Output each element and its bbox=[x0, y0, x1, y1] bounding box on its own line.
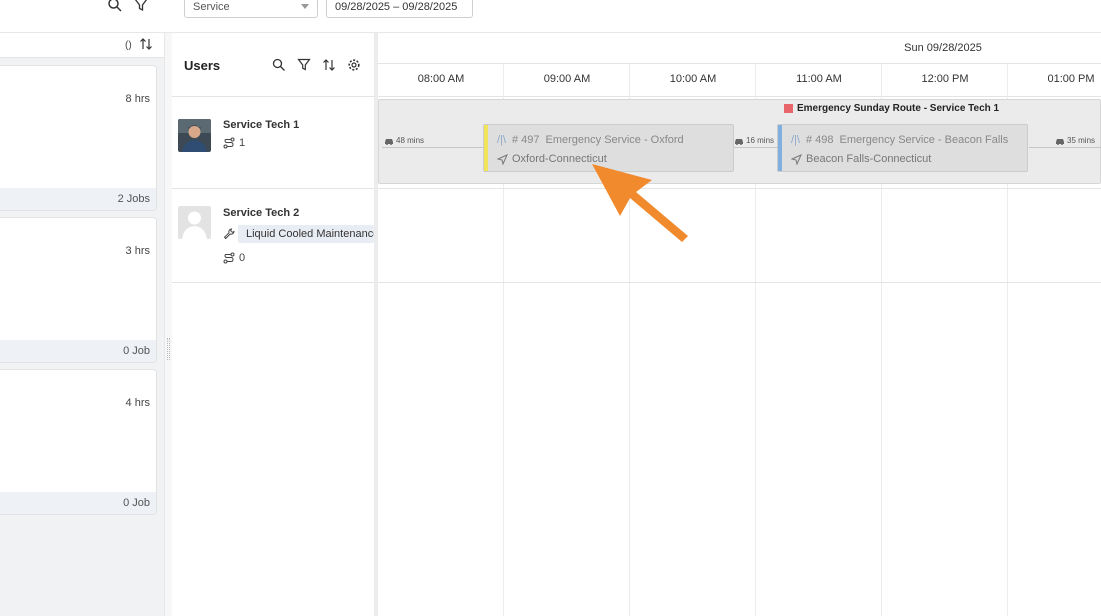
hour-label: 01:00 PM bbox=[1047, 73, 1095, 85]
travel-line bbox=[734, 147, 778, 148]
hour-label: 12:00 PM bbox=[921, 73, 969, 85]
hour-label: 08:00 AM bbox=[417, 73, 465, 85]
filter-icon[interactable] bbox=[297, 58, 311, 72]
location-arrow-icon bbox=[497, 153, 508, 165]
timeline: Sun 09/28/2025 08:00 AM 09:00 AM 10:00 A… bbox=[378, 33, 1101, 616]
travel-time-label: 48 mins bbox=[396, 136, 425, 145]
hour-header: 08:00 AM 09:00 AM 10:00 AM 11:00 AM 12:0… bbox=[378, 64, 1101, 97]
type-select-value: Service bbox=[193, 1, 230, 13]
hour-label: 10:00 AM bbox=[669, 73, 717, 85]
route-icon bbox=[223, 137, 235, 149]
card-jobs: 0 Job bbox=[0, 340, 156, 362]
job-title: Emergency Service - Beacon Falls bbox=[839, 134, 1009, 146]
user-name: Service Tech 2 bbox=[223, 207, 300, 219]
job-status-stripe bbox=[778, 125, 782, 171]
route-title[interactable]: Emergency Sunday Route - Service Tech 1 bbox=[784, 103, 999, 114]
user-name: Service Tech 1 bbox=[223, 119, 300, 131]
travel-line bbox=[1029, 147, 1101, 148]
card-jobs: 2 Jobs bbox=[0, 188, 156, 210]
job-location: Beacon Falls-Connecticut bbox=[791, 153, 931, 165]
scheduler-app: Service 09/28/2025 – 09/28/2025 () 8 hrs… bbox=[0, 0, 1101, 616]
job-status-stripe bbox=[484, 125, 488, 171]
left-panel: () 8 hrs 2 Jobs 3 hrs 0 Job 4 hrs 0 Job bbox=[0, 33, 164, 616]
top-bar: Service 09/28/2025 – 09/28/2025 bbox=[0, 0, 1101, 33]
users-title: Users bbox=[184, 58, 221, 73]
chevron-down-icon bbox=[301, 4, 309, 9]
job-location-label: Beacon Falls-Connecticut bbox=[806, 153, 932, 165]
user-routes: 1 bbox=[223, 137, 245, 149]
users-panel: Users Service Tech 1 1 Service Tech 2 Li… bbox=[172, 33, 374, 616]
travel-time: 16 mins bbox=[734, 136, 775, 145]
travel-time-label: 35 mins bbox=[1067, 136, 1096, 145]
card-jobs: 0 Job bbox=[0, 492, 156, 514]
sort-icon[interactable] bbox=[139, 37, 153, 51]
location-arrow-icon bbox=[791, 153, 802, 165]
job-block[interactable]: /|\ # 498 Emergency Service - Beacon Fal… bbox=[777, 124, 1028, 172]
hour-label: 11:00 AM bbox=[796, 73, 842, 85]
grip-icon bbox=[167, 338, 170, 360]
search-icon[interactable] bbox=[107, 0, 123, 13]
users-header: Users bbox=[172, 33, 374, 97]
card-hours: 8 hrs bbox=[125, 93, 150, 105]
job-header: /|\ # 497 Emergency Service - Oxford bbox=[497, 134, 684, 146]
summary-card[interactable]: 3 hrs 0 Job bbox=[0, 217, 157, 363]
card-hours: 4 hrs bbox=[125, 397, 150, 409]
travel-line bbox=[382, 147, 486, 148]
user-row[interactable]: Service Tech 2 Liquid Cooled Maintenance… bbox=[172, 189, 374, 283]
travel-time: 48 mins bbox=[384, 136, 425, 145]
left-panel-count: () bbox=[125, 40, 132, 51]
left-panel-header: () bbox=[0, 33, 164, 58]
card-hours: 3 hrs bbox=[125, 245, 150, 257]
wrench-icon bbox=[223, 228, 235, 240]
route-name: Emergency Sunday Route - Service Tech 1 bbox=[797, 103, 1000, 114]
job-id: # 498 bbox=[805, 134, 834, 146]
summary-card[interactable]: 4 hrs 0 Job bbox=[0, 369, 157, 515]
car-icon bbox=[385, 138, 393, 145]
route-color-swatch bbox=[784, 104, 793, 113]
job-id: # 497 bbox=[511, 134, 540, 146]
date-range-input[interactable]: 09/28/2025 – 09/28/2025 bbox=[326, 0, 473, 18]
travel-time: 35 mins bbox=[1055, 136, 1096, 145]
avatar bbox=[178, 206, 211, 239]
hour-label: 09:00 AM bbox=[543, 73, 591, 85]
panel-resize-handle[interactable] bbox=[164, 33, 172, 616]
summary-card[interactable]: 8 hrs 2 Jobs bbox=[0, 65, 157, 211]
travel-time-label: 16 mins bbox=[746, 136, 775, 145]
sort-icon[interactable] bbox=[322, 58, 336, 72]
skill-tag: Liquid Cooled Maintenance bbox=[238, 225, 374, 243]
row-separator bbox=[378, 282, 1101, 283]
avatar bbox=[178, 119, 211, 152]
gear-icon[interactable] bbox=[347, 58, 361, 72]
row-separator bbox=[378, 188, 1101, 189]
user-row[interactable]: Service Tech 1 1 bbox=[172, 97, 374, 189]
user-routes: 0 bbox=[223, 252, 245, 264]
user-routes-count: 0 bbox=[239, 252, 246, 264]
job-type-icon: /|\ bbox=[497, 134, 506, 146]
job-header: /|\ # 498 Emergency Service - Beacon Fal… bbox=[791, 134, 1008, 146]
car-icon bbox=[1056, 138, 1064, 145]
user-routes-count: 1 bbox=[239, 137, 246, 149]
car-icon bbox=[735, 138, 743, 145]
type-select[interactable]: Service bbox=[184, 0, 318, 18]
job-type-icon: /|\ bbox=[791, 134, 800, 146]
filter-icon[interactable] bbox=[133, 0, 149, 13]
timeline-date: Sun 09/28/2025 bbox=[378, 33, 1101, 64]
search-icon[interactable] bbox=[272, 58, 286, 72]
route-icon bbox=[223, 252, 235, 264]
job-title: Emergency Service - Oxford bbox=[545, 134, 684, 146]
annotation-arrow-icon bbox=[592, 164, 688, 242]
date-range-value: 09/28/2025 – 09/28/2025 bbox=[335, 1, 458, 13]
